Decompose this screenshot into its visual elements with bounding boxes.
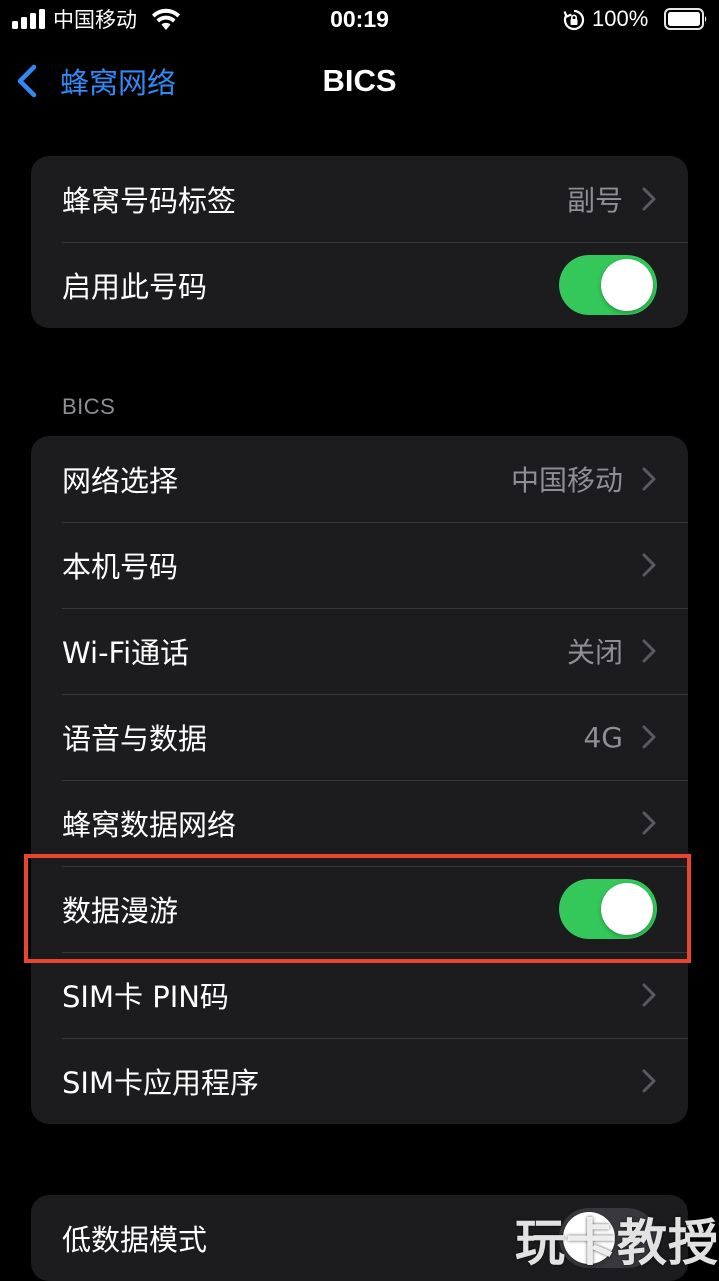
chevron-right-icon [642,725,656,749]
row-sim-applications[interactable]: SIM卡应用程序 [31,1038,688,1124]
row-label: 低数据模式 [62,1223,208,1257]
row-cellular-plan-label[interactable]: 蜂窝号码标签 副号 [31,156,688,242]
row-value: 副号 [566,184,623,217]
watermark: 玩卡教授 [515,1214,719,1272]
row-label: 蜂窝号码标签 [62,184,237,218]
chevron-right-icon [642,983,656,1007]
chevron-right-icon [642,553,656,577]
chevron-right-icon [642,1069,656,1093]
row-value: 关闭 [566,636,623,669]
row-wifi-calling[interactable]: Wi-Fi通话 关闭 [31,608,688,694]
row-label: 语音与数据 [62,722,208,756]
chevron-right-icon [642,467,656,491]
row-enable-number: 启用此号码 [31,242,688,328]
row-label: 本机号码 [62,550,179,584]
settings-group-number: 蜂窝号码标签 副号 启用此号码 [31,156,688,328]
row-network-selection[interactable]: 网络选择 中国移动 [31,436,688,522]
row-sim-pin[interactable]: SIM卡 PIN码 [31,952,688,1038]
section-header: BICS [62,394,116,419]
row-label: SIM卡 PIN码 [62,980,229,1014]
settings-group-bics: 网络选择 中国移动 本机号码 Wi-Fi通话 关闭 语音与数据 4G 蜂窝数据网… [31,436,688,1124]
row-voice-data[interactable]: 语音与数据 4G [31,694,688,780]
row-label: 蜂窝数据网络 [62,808,237,842]
battery-icon [664,8,707,30]
enable-number-toggle[interactable] [559,255,657,315]
row-value: 4G [583,720,623,754]
status-bar: 中国移动 00:19 100% [0,0,719,40]
row-label: SIM卡应用程序 [62,1066,259,1100]
row-value: 中国移动 [510,464,623,497]
row-label: Wi-Fi通话 [62,636,190,670]
row-label: 启用此号码 [62,270,208,304]
data-roaming-toggle[interactable] [559,879,657,939]
row-label: 数据漫游 [62,894,179,928]
battery-percent: 100% [592,6,649,31]
chevron-right-icon [642,187,656,211]
chevron-right-icon [642,811,656,835]
row-data-roaming: 数据漫游 [31,866,688,952]
rotation-lock-icon [563,9,585,31]
row-label: 网络选择 [62,464,179,498]
row-cellular-data-network[interactable]: 蜂窝数据网络 [31,780,688,866]
row-my-number[interactable]: 本机号码 [31,522,688,608]
toggle-knob [601,259,653,311]
page-title: BICS [322,63,397,98]
chevron-right-icon [642,639,656,663]
toggle-knob [601,883,653,935]
